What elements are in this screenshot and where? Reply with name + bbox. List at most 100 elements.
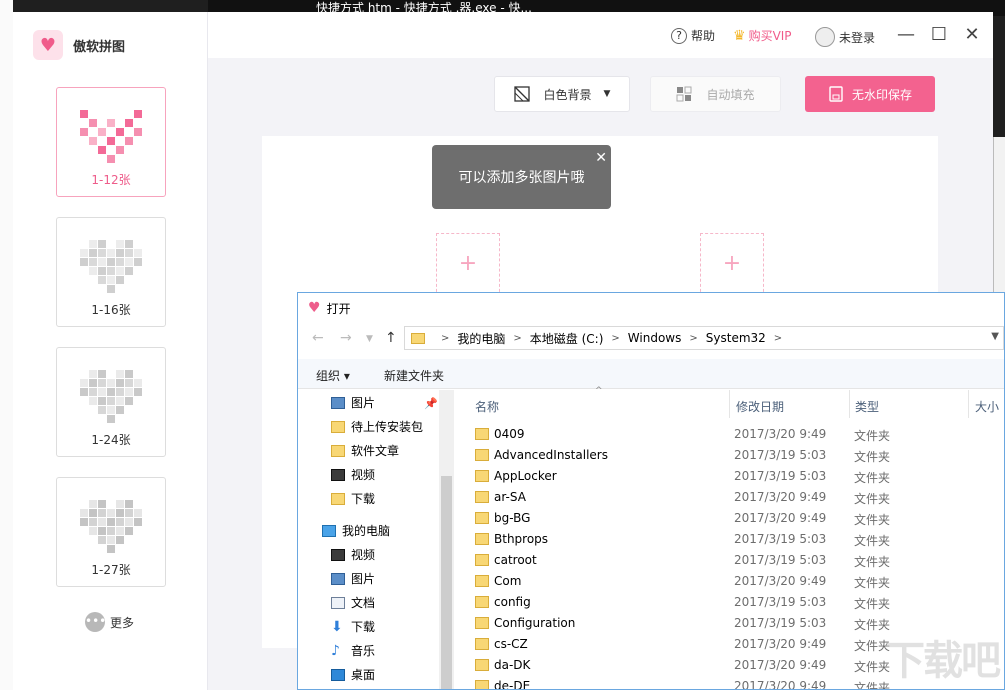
login-label: 未登录 [839, 30, 876, 45]
file-row[interactable]: ar-SA 2017/3/20 9:49 文件夹 [475, 487, 1004, 508]
file-row[interactable]: catroot 2017/3/19 5:03 文件夹 [475, 550, 1004, 571]
nav-item[interactable]: ⬇ 下载 [331, 618, 375, 635]
heart-grid-cell [107, 415, 115, 423]
background-color-dropdown[interactable]: 白色背景 ▼ [494, 76, 630, 112]
address-bar[interactable]: > 我的电脑 > 本地磁盘 (C:) > Windows > System32 … [404, 326, 1004, 350]
file-row[interactable]: Com 2017/3/20 9:49 文件夹 [475, 571, 1004, 592]
close-button[interactable]: ✕ [960, 23, 984, 47]
up-arrow-icon[interactable]: ↑ [385, 330, 397, 346]
heart-grid-cell [89, 500, 97, 508]
nav-item[interactable]: 图片 [331, 394, 375, 411]
tooltip-close-icon[interactable]: ✕ [595, 148, 607, 168]
heart-grid-cell [98, 397, 106, 405]
add-image-slot[interactable]: + [700, 233, 764, 297]
file-row[interactable]: config 2017/3/19 5:03 文件夹 [475, 592, 1004, 613]
auto-fill-button[interactable]: 自动填充 [650, 76, 781, 112]
buy-vip-label: 购买VIP [748, 29, 792, 43]
template-1-24[interactable]: 1-24张 [56, 347, 166, 457]
breadcrumb-separator-icon: > [689, 332, 698, 344]
heart-grid-cell [80, 518, 88, 526]
login-button[interactable]: 未登录 [815, 27, 875, 47]
nav-item[interactable]: 待上传安装包 [331, 418, 423, 435]
minimize-button[interactable]: — [894, 23, 918, 47]
column-divider[interactable] [849, 390, 850, 418]
heart-grid-cell [125, 128, 133, 136]
help-label: 帮助 [691, 29, 716, 43]
nav-item-label: 图片 [351, 396, 376, 410]
nav-item[interactable]: 下载 [331, 490, 375, 507]
file-type: 文件夹 [854, 555, 891, 569]
heart-grid-cell [107, 379, 115, 387]
nav-item[interactable]: 软件文章 [331, 442, 399, 459]
nav-item[interactable]: 桌面 [331, 666, 375, 683]
column-header-name[interactable]: 名称 [475, 398, 499, 415]
heart-grid-cell [80, 276, 88, 284]
column-header-type[interactable]: 类型 [855, 398, 879, 415]
column-divider[interactable] [729, 390, 730, 418]
file-row[interactable]: AppLocker 2017/3/19 5:03 文件夹 [475, 466, 1004, 487]
buy-vip-button[interactable]: ♛ 购买VIP [733, 27, 792, 44]
new-folder-button[interactable]: 新建文件夹 [384, 367, 444, 384]
nav-item[interactable]: 文档 [331, 594, 375, 611]
more-templates-button[interactable]: ••• 更多 [85, 612, 134, 632]
template-1-16[interactable]: 1-16张 [56, 217, 166, 327]
heart-grid-cell [89, 370, 97, 378]
nav-item[interactable]: 视频 [331, 466, 375, 483]
template-1-27[interactable]: 1-27张 [56, 477, 166, 587]
heart-grid-cell [80, 415, 88, 423]
organize-button[interactable]: 组织 ▾ [316, 367, 350, 384]
breadcrumb-item[interactable]: 本地磁盘 (C:) [530, 330, 604, 347]
heart-grid-cell [134, 137, 142, 145]
heart-grid-cell [89, 155, 97, 163]
nav-item[interactable]: 图片 [331, 570, 375, 587]
heart-grid-cell [116, 267, 124, 275]
pin-icon[interactable]: 📌 [424, 397, 438, 410]
nav-item[interactable]: ♪ 音乐 [331, 642, 375, 659]
folder-icon [331, 420, 345, 433]
recent-chevron-down-icon[interactable]: ▼ [366, 334, 373, 344]
scrollbar-thumb[interactable] [441, 476, 452, 689]
heart-grid-cell [125, 388, 133, 396]
music-icon: ♪ [331, 642, 340, 659]
file-row[interactable]: bg-BG 2017/3/20 9:49 文件夹 [475, 508, 1004, 529]
address-row: ← → ▼ ↑ > 我的电脑 > 本地磁盘 (C:) > Windows > S… [298, 326, 1004, 352]
breadcrumb-item[interactable]: Windows [628, 331, 682, 345]
nav-item-my-computer[interactable]: 我的电脑 [322, 522, 390, 539]
nav-item[interactable]: 视频 [331, 546, 375, 563]
folder-icon [331, 492, 345, 505]
save-without-watermark-button[interactable]: 无水印保存 [805, 76, 935, 112]
column-header-size[interactable]: 大小 [975, 398, 999, 415]
folder-icon [331, 444, 345, 457]
file-row[interactable]: 0409 2017/3/20 9:49 文件夹 [475, 424, 1004, 445]
heart-grid-cell [134, 500, 142, 508]
breadcrumb-item[interactable]: 我的电脑 [457, 330, 505, 347]
heart-grid-cell [80, 509, 88, 517]
breadcrumb-item[interactable]: System32 [706, 331, 766, 345]
help-button[interactable]: ? 帮助 [671, 27, 715, 44]
folder-icon [475, 575, 489, 587]
navigation-scrollbar[interactable] [439, 390, 454, 689]
file-row[interactable]: Bthprops 2017/3/19 5:03 文件夹 [475, 529, 1004, 550]
heart-grid-cell [89, 415, 97, 423]
template-label: 1-12张 [91, 173, 131, 187]
heart-grid-cell [125, 406, 133, 414]
heart-grid-cell [107, 536, 115, 544]
sidebar: ♥ 傲软拼图 1-12张 1-16张 1-24张 1-27张 ••• 更多 [13, 12, 208, 690]
heart-grid-cell [98, 536, 106, 544]
heart-grid-cell [98, 500, 106, 508]
column-divider[interactable] [968, 390, 969, 418]
template-1-12[interactable]: 1-12张 [56, 87, 166, 197]
back-arrow-icon[interactable]: ← [312, 330, 324, 346]
column-header-modified[interactable]: 修改日期 [736, 398, 784, 415]
add-image-slot[interactable]: + [436, 233, 500, 297]
heart-grid-cell [116, 155, 124, 163]
heart-grid-cell [134, 536, 142, 544]
ellipsis-icon: ••• [85, 612, 106, 632]
file-row[interactable]: AdvancedInstallers 2017/3/19 5:03 文件夹 [475, 445, 1004, 466]
nav-item-label: 视频 [351, 548, 376, 562]
address-chevron-down-icon[interactable]: ▼ [991, 331, 999, 342]
maximize-button[interactable]: ☐ [927, 23, 951, 47]
nav-item-label: 文档 [351, 596, 376, 610]
forward-arrow-icon[interactable]: → [340, 330, 352, 346]
nav-item-label: 音乐 [351, 644, 376, 658]
